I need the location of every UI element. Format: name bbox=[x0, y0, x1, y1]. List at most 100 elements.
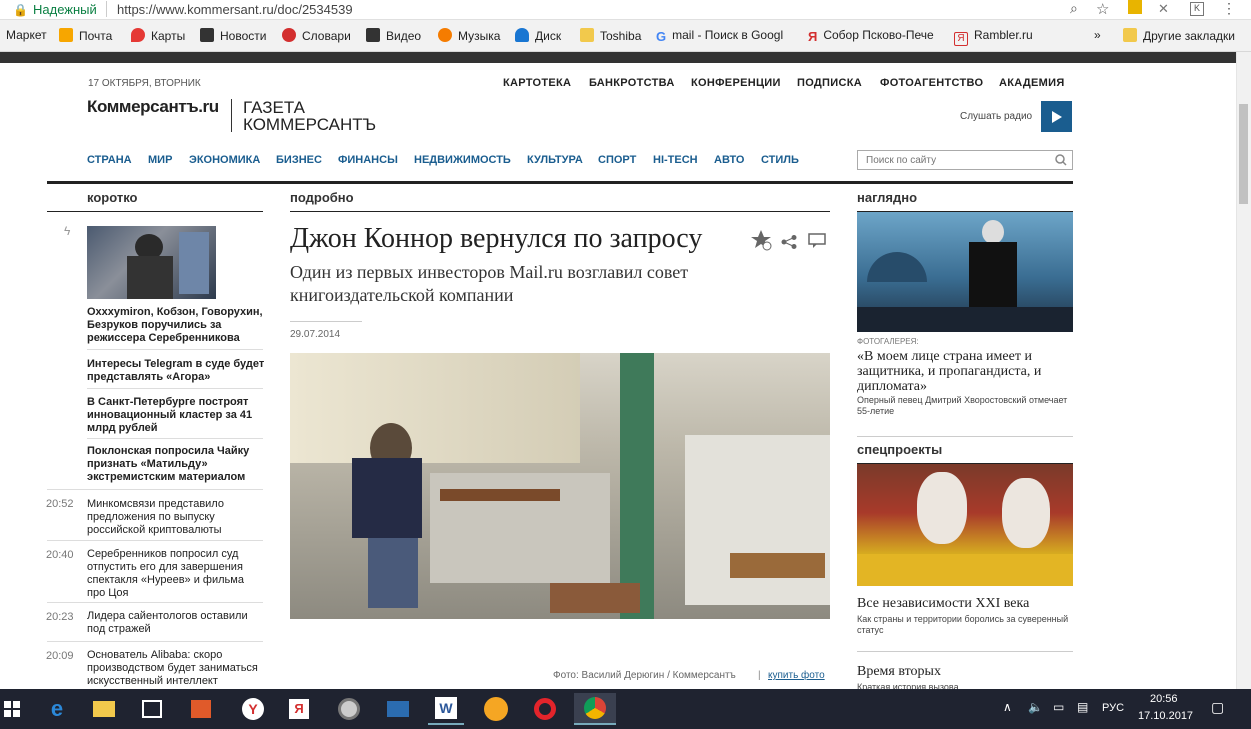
nav-realty[interactable]: НЕДВИЖИМОСТЬ bbox=[414, 154, 511, 166]
star-icon[interactable]: ☆ bbox=[1096, 0, 1109, 18]
bookmark-rambler[interactable]: Я Rambler.ru bbox=[954, 28, 1033, 46]
bookmark-dict[interactable]: Словари bbox=[282, 28, 351, 43]
nav-business[interactable]: БИЗНЕС bbox=[276, 154, 322, 166]
nav-finance[interactable]: ФИНАНСЫ bbox=[338, 154, 398, 166]
dictionary-icon bbox=[282, 28, 296, 42]
app-circle-icon[interactable] bbox=[331, 693, 367, 725]
menu-icon[interactable]: ⋮ bbox=[1222, 0, 1236, 17]
extension-icon[interactable] bbox=[1128, 0, 1142, 14]
store-icon[interactable] bbox=[134, 693, 170, 725]
radio-play-button[interactable] bbox=[1041, 101, 1072, 132]
nav-photoagency[interactable]: ФОТОАГЕНТСТВО bbox=[880, 77, 983, 89]
search-input[interactable] bbox=[857, 150, 1073, 170]
nav-hitech[interactable]: HI-TECH bbox=[653, 154, 698, 166]
clock-date[interactable]: 17.10.2017 bbox=[1138, 710, 1193, 722]
divider bbox=[87, 349, 263, 350]
battery-icon[interactable]: ▭ bbox=[1053, 700, 1064, 714]
windows-start-icon[interactable] bbox=[4, 701, 20, 717]
yandex-browser-icon[interactable]: Y bbox=[235, 693, 271, 725]
nav-mir[interactable]: МИР bbox=[148, 154, 172, 166]
nav-academy[interactable]: АКАДЕМИЯ bbox=[999, 77, 1065, 89]
bookmark-disk[interactable]: Диск bbox=[515, 28, 561, 43]
special-projects-heading: спецпроекты bbox=[857, 442, 943, 457]
search-icon[interactable] bbox=[1055, 154, 1067, 166]
newspaper-logo-line2[interactable]: КОММЕРСАНТЪ bbox=[243, 116, 376, 133]
site-logo[interactable]: Коммерсантъ.ru bbox=[87, 97, 219, 117]
network-icon[interactable]: ▤ bbox=[1077, 700, 1088, 714]
list-item[interactable]: Минкомсвязи представило предложения по в… bbox=[87, 498, 265, 537]
lock-icon: 🔒 bbox=[13, 3, 28, 17]
nav-conferences[interactable]: КОНФЕРЕНЦИИ bbox=[691, 77, 781, 89]
gallery-title[interactable]: «В моем лице страна имеет и защитника, и… bbox=[857, 349, 1073, 394]
list-item[interactable]: Основатель Alibaba: скоро производством … bbox=[87, 649, 265, 688]
newspaper-logo-line1[interactable]: ГАЗЕТА bbox=[243, 99, 305, 116]
extension2-icon[interactable]: ✕ bbox=[1158, 1, 1169, 17]
gallery-label: ФОТОГАЛЕРЕЯ: bbox=[857, 337, 919, 346]
rambler-icon: Я bbox=[954, 32, 968, 46]
nav-auto[interactable]: АВТО bbox=[714, 154, 744, 166]
yandex-icon[interactable]: Я bbox=[281, 693, 317, 725]
bookmark-google[interactable]: Gmail - Поиск в Googl bbox=[656, 28, 783, 44]
credit-separator: | bbox=[758, 670, 761, 681]
short-news-heading: коротко bbox=[87, 190, 138, 205]
bookmark-sobor[interactable]: Я Собор Псково-Пече bbox=[808, 28, 934, 44]
nav-kartoteka[interactable]: КАРТОТЕКА bbox=[503, 77, 571, 89]
bookmark-maps[interactable]: Карты bbox=[131, 28, 185, 43]
article-section-heading: подробно bbox=[290, 190, 354, 205]
bookmark-music[interactable]: Музыка bbox=[438, 28, 500, 43]
article-photo[interactable] bbox=[290, 353, 830, 619]
nav-strana[interactable]: СТРАНА bbox=[87, 154, 132, 166]
list-item[interactable]: Лидера сайентологов оставили под стражей bbox=[87, 610, 265, 636]
bookmark-other[interactable]: Другие закладки bbox=[1123, 28, 1235, 43]
special-title[interactable]: Все независимости XXI века bbox=[857, 596, 1073, 612]
list-item[interactable]: Oxxxymiron, Кобзон, Говорухин, Безруков … bbox=[87, 306, 265, 345]
list-item[interactable]: Поклонская попросила Чайку признать «Мат… bbox=[87, 445, 265, 484]
nav-sport[interactable]: СПОРТ bbox=[598, 154, 636, 166]
article-date: 29.07.2014 bbox=[290, 329, 341, 340]
divider bbox=[87, 438, 263, 439]
opera-icon[interactable] bbox=[527, 693, 563, 725]
buy-photo-link[interactable]: купить фото bbox=[768, 670, 825, 681]
list-item[interactable]: Интересы Telegram в суде будет представл… bbox=[87, 358, 265, 384]
nav-subscription[interactable]: ПОДПИСКА bbox=[797, 77, 862, 89]
nav-economics[interactable]: ЭКОНОМИКА bbox=[189, 154, 260, 166]
news-photo[interactable] bbox=[87, 226, 216, 299]
special2-title[interactable]: Время вторых bbox=[857, 664, 1073, 680]
extension3-icon[interactable]: K bbox=[1190, 2, 1204, 16]
bookmark-toshiba[interactable]: Toshiba bbox=[580, 28, 641, 43]
mail-app-icon[interactable] bbox=[380, 693, 416, 725]
divider bbox=[290, 321, 362, 322]
bookmark-video[interactable]: Видео bbox=[366, 28, 421, 43]
comment-icon[interactable] bbox=[808, 233, 826, 249]
tray-chevron-icon[interactable]: ∧ bbox=[1003, 700, 1012, 714]
date-label: 17 ОКТЯБРЯ, ВТОРНИК bbox=[88, 78, 201, 89]
url-text[interactable]: https://www.kommersant.ru/doc/2534539 bbox=[117, 2, 353, 17]
app-orange-icon[interactable] bbox=[478, 693, 514, 725]
bookmark-news[interactable]: Новости bbox=[200, 28, 266, 43]
clock-time[interactable]: 20:56 bbox=[1150, 693, 1178, 705]
media-icon[interactable] bbox=[183, 693, 219, 725]
nav-culture[interactable]: КУЛЬТУРА bbox=[527, 154, 583, 166]
zoom-icon[interactable]: ⌕ bbox=[1070, 0, 1078, 17]
explorer-icon[interactable] bbox=[86, 693, 122, 725]
divider bbox=[106, 1, 107, 17]
chrome-icon[interactable] bbox=[574, 693, 616, 725]
bookmarks-more[interactable]: » bbox=[1094, 28, 1101, 42]
list-item[interactable]: В Санкт-Петербурге построят инновационны… bbox=[87, 396, 265, 435]
favorite-star-icon[interactable] bbox=[751, 229, 773, 251]
word-icon[interactable]: W bbox=[428, 693, 464, 725]
gallery-photo[interactable] bbox=[857, 212, 1073, 332]
scrollbar-thumb[interactable] bbox=[1239, 104, 1248, 204]
bookmark-mail[interactable]: Почта bbox=[59, 28, 112, 43]
edge-icon[interactable]: e bbox=[39, 693, 75, 725]
divider bbox=[857, 436, 1073, 437]
bookmark-market[interactable]: Маркет bbox=[6, 28, 47, 42]
list-item[interactable]: Серебренников попросил суд отпустить его… bbox=[87, 548, 265, 600]
share-icon[interactable] bbox=[781, 235, 797, 249]
special-photo[interactable] bbox=[857, 464, 1073, 586]
nav-style[interactable]: СТИЛЬ bbox=[761, 154, 799, 166]
notifications-icon[interactable]: ▢ bbox=[1211, 699, 1224, 716]
nav-bankrotstva[interactable]: БАНКРОТСТВА bbox=[589, 77, 675, 89]
language-indicator[interactable]: РУС bbox=[1102, 702, 1124, 714]
volume-icon[interactable]: 🔈 bbox=[1028, 700, 1043, 714]
